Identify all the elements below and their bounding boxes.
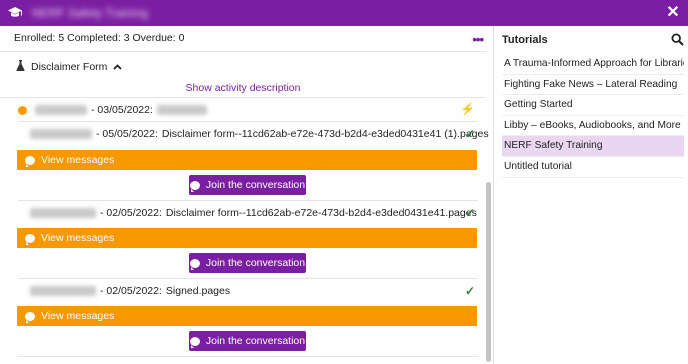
submission-date: - 03/05/2022: <box>91 104 153 116</box>
learner-name <box>30 286 96 296</box>
view-messages-button[interactable]: View messages <box>17 228 477 248</box>
submission-date: - 05/05/2022: <box>96 128 158 140</box>
submission-row: - 05/05/2022: Disclaimer form--11cd62ab-… <box>30 128 489 140</box>
submission-row: - 02/05/2022: Signed.pages <box>30 285 230 297</box>
chat-bubble-icon <box>25 155 35 167</box>
divider <box>18 278 478 279</box>
view-messages-label: View messages <box>41 232 115 244</box>
learner-name <box>30 208 96 218</box>
divider <box>18 121 478 122</box>
divider <box>18 356 478 357</box>
graduation-cap-icon <box>6 4 24 22</box>
learner-name <box>35 105 87 115</box>
submission-row: - 03/05/2022: <box>18 104 207 116</box>
sidebar-title: Tutorials <box>502 34 548 46</box>
submission-date: - 02/05/2022: <box>100 207 162 219</box>
chat-bubble-icon <box>189 258 200 270</box>
tutorial-item[interactable]: Untitled tutorial <box>502 157 684 178</box>
view-messages-button[interactable]: View messages <box>17 306 477 326</box>
enrollment-stats: Enrolled: 5 Completed: 3 Overdue: 0 <box>14 32 185 44</box>
chat-bubble-icon <box>25 233 35 245</box>
lightning-icon: ⚡ <box>460 102 475 116</box>
submission-date: - 02/05/2022: <box>100 285 162 297</box>
join-conversation-button[interactable]: Join the conversation <box>189 253 306 273</box>
more-options-icon[interactable]: ••• <box>472 32 484 47</box>
pending-status-dot <box>18 105 27 115</box>
chat-bubble-icon <box>189 180 200 192</box>
show-activity-description-link[interactable]: Show activity description <box>0 82 486 94</box>
divider <box>0 97 486 98</box>
window-title: NERF Safety Training <box>32 6 149 20</box>
join-conversation-label: Join the conversation <box>205 179 306 191</box>
main-panel: Enrolled: 5 Completed: 3 Overdue: 0 ••• … <box>0 26 493 364</box>
scrollbar-thumb[interactable] <box>486 182 491 362</box>
checkmark-icon: ✓ <box>464 127 475 141</box>
tutorials-sidebar: Tutorials A Trauma-Informed Approach for… <box>493 26 688 364</box>
activity-header[interactable]: Disclaimer Form <box>16 60 123 74</box>
flask-icon <box>16 60 25 74</box>
checkmark-icon: ✓ <box>464 284 475 298</box>
view-messages-label: View messages <box>41 154 115 166</box>
learner-name <box>30 129 92 139</box>
join-conversation-button[interactable]: Join the conversation <box>189 331 306 351</box>
join-conversation-label: Join the conversation <box>205 257 306 269</box>
join-conversation-button[interactable]: Join the conversation <box>189 175 306 195</box>
search-icon[interactable] <box>671 33 684 46</box>
tutorial-item[interactable]: Libby – eBooks, Audiobooks, and More <box>502 116 684 137</box>
submission-row: - 02/05/2022: Disclaimer form--11cd62ab-… <box>30 207 477 219</box>
submission-file[interactable]: Disclaimer form--11cd62ab-e72e-473d-b2d4… <box>162 128 489 140</box>
close-button[interactable]: ✕ <box>664 4 682 22</box>
submission-file[interactable]: Signed.pages <box>166 285 230 297</box>
tutorial-item[interactable]: A Trauma-Informed Approach for Libraries <box>502 54 684 75</box>
tutorial-item-active[interactable]: NERF Safety Training <box>502 136 684 157</box>
checkmark-icon: ✓ <box>464 206 475 220</box>
divider <box>0 51 486 52</box>
join-conversation-label: Join the conversation <box>205 335 306 347</box>
title-bar: NERF Safety Training ✕ <box>0 0 688 26</box>
tutorial-list: A Trauma-Informed Approach for Libraries… <box>502 54 684 178</box>
chat-bubble-icon <box>189 336 200 348</box>
submission-file[interactable]: Disclaimer form--11cd62ab-e72e-473d-b2d4… <box>166 207 477 219</box>
tutorial-item[interactable]: Getting Started <box>502 95 684 116</box>
chat-bubble-icon <box>25 311 35 323</box>
submission-detail <box>156 105 207 115</box>
tutorial-item[interactable]: Fighting Fake News – Lateral Reading <box>502 75 684 96</box>
divider <box>18 200 478 201</box>
view-messages-button[interactable]: View messages <box>17 150 477 170</box>
view-messages-label: View messages <box>41 310 115 322</box>
chevron-up-icon <box>113 61 123 73</box>
activity-title: Disclaimer Form <box>31 61 108 73</box>
